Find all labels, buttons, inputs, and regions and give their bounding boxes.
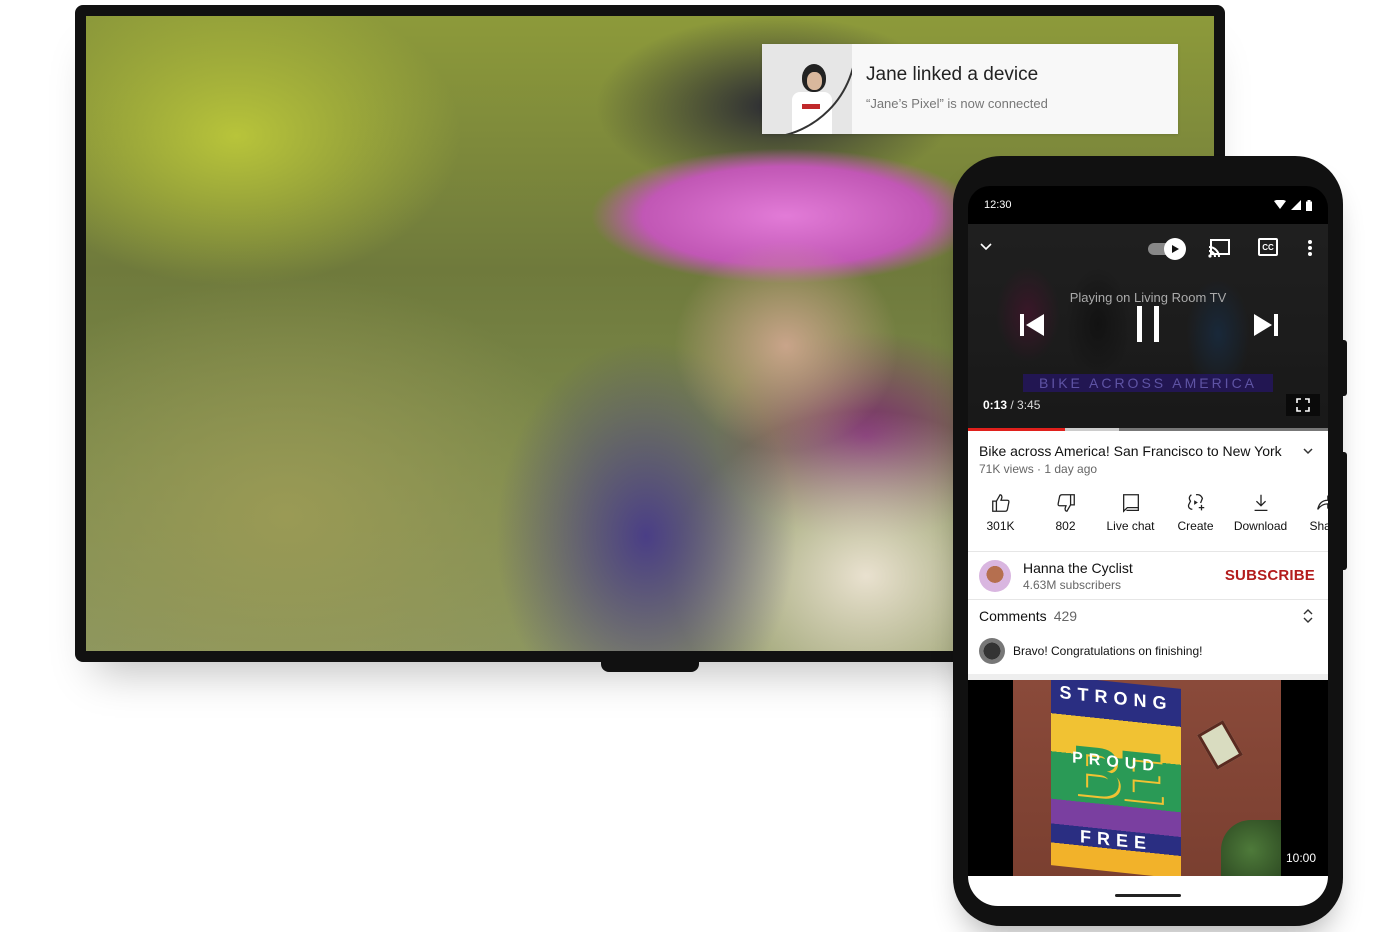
mini-player[interactable]: CC Playing on Living Room TV BIKE ACROSS… (968, 224, 1328, 428)
play-icon (1172, 245, 1179, 253)
next-video-card[interactable]: STRONG BE PROUD FREE 10:00 (968, 674, 1328, 880)
school-sign (1197, 720, 1243, 770)
phone: 12:30 CC Playing on Living Room TV BIKE … (953, 156, 1343, 926)
next-video-duration: 10:00 (1281, 850, 1320, 866)
video-title: Bike across America! San Francisco to Ne… (979, 443, 1282, 459)
dislike-button[interactable]: 802 (1033, 492, 1098, 551)
progress-buffered (1065, 428, 1120, 431)
comments-header[interactable]: Comments 429 (968, 600, 1328, 624)
greenery (1221, 820, 1281, 880)
mural-word-strong: STRONG (1059, 682, 1173, 714)
notification-avatar (762, 44, 852, 134)
mural-word-free: FREE (1079, 826, 1152, 854)
video-meta: 71K views · 1 day ago (979, 462, 1098, 476)
next-icon[interactable] (1250, 312, 1280, 338)
wifi-icon (1274, 200, 1286, 209)
share-icon (1316, 495, 1328, 510)
autoplay-toggle[interactable] (1148, 238, 1186, 260)
live-chat-label: Live chat (1106, 519, 1155, 533)
next-video-thumbnail[interactable]: STRONG BE PROUD FREE (1013, 680, 1281, 880)
share-button[interactable]: Share (1293, 492, 1328, 551)
notification-subtitle: “Jane’s Pixel” is now connected (866, 96, 1048, 111)
commenter-avatar (979, 638, 1005, 664)
channel-row[interactable]: Hanna the Cyclist 4.63M subscribers SUBS… (968, 552, 1328, 600)
battery-icon (1306, 199, 1312, 211)
live-chat-button[interactable]: Live chat (1098, 492, 1163, 551)
tv-stand (601, 660, 699, 672)
download-button[interactable]: Download (1228, 492, 1293, 551)
phone-power-button (1340, 340, 1347, 396)
more-options-icon[interactable] (1306, 238, 1314, 258)
signal-icon (1291, 200, 1301, 210)
playback-time: 0:13 / 3:45 (983, 398, 1040, 412)
progress-bar[interactable] (968, 428, 1328, 431)
expand-comments-icon[interactable] (1302, 608, 1314, 624)
chevron-down-icon[interactable] (978, 238, 994, 254)
home-gesture-handle[interactable] (1115, 894, 1181, 897)
device-linked-notification[interactable]: Jane linked a device “Jane’s Pixel” is n… (762, 44, 1178, 134)
dislike-count: 802 (1055, 519, 1076, 533)
download-label: Download (1233, 519, 1288, 533)
pause-icon[interactable] (1134, 306, 1162, 342)
share-label: Share (1309, 519, 1328, 533)
progress-played (968, 428, 1066, 431)
channel-avatar[interactable] (979, 559, 1011, 592)
phone-notch (1103, 186, 1193, 192)
status-time: 12:30 (984, 199, 1012, 211)
time-separator: / (1007, 398, 1018, 412)
fullscreen-button[interactable] (1286, 394, 1320, 416)
live-chat-icon (1122, 494, 1139, 513)
subscribe-button[interactable]: SUBSCRIBE (1225, 567, 1315, 584)
previous-icon[interactable] (1018, 312, 1048, 338)
fullscreen-icon (1296, 398, 1310, 412)
stage: Jane linked a device “Jane’s Pixel” is n… (0, 0, 1400, 932)
phone-volume-button (1340, 452, 1347, 570)
total-duration: 3:45 (1017, 398, 1041, 412)
comments-count: 429 (1053, 608, 1078, 624)
create-button[interactable]: Create (1163, 492, 1228, 551)
create-icon (1187, 493, 1204, 511)
like-count: 301K (986, 519, 1015, 533)
current-time: 0:13 (983, 398, 1008, 412)
phone-screen: 12:30 CC Playing on Living Room TV BIKE … (968, 186, 1328, 906)
expand-description-icon[interactable] (1302, 445, 1314, 457)
mural-artwork: STRONG BE PROUD FREE (1051, 680, 1181, 879)
video-title-banner: BIKE ACROSS AMERICA (1023, 374, 1273, 392)
notification-title: Jane linked a device (866, 64, 1039, 85)
subscriber-count: 4.63M subscribers (1023, 577, 1122, 592)
thumbs-down-icon (1056, 494, 1075, 512)
create-label: Create (1177, 519, 1214, 533)
thumbs-up-icon (991, 494, 1010, 512)
action-bar: 301K 802 Live chat Create Download Sh (968, 476, 1328, 552)
like-button[interactable]: 301K (968, 492, 1033, 551)
gesture-nav-bar (968, 876, 1328, 906)
comment-text: Bravo! Congratulations on finishing! (1013, 644, 1203, 658)
comments-label: Comments (979, 608, 1047, 624)
top-comment[interactable]: Bravo! Congratulations on finishing! (968, 624, 1328, 674)
download-icon (1254, 494, 1267, 511)
captions-button[interactable]: CC (1258, 238, 1278, 256)
channel-name: Hanna the Cyclist (1023, 559, 1133, 576)
video-info-panel: Bike across America! San Francisco to Ne… (968, 431, 1328, 674)
cast-icon[interactable] (1208, 238, 1230, 258)
cast-status-text: Playing on Living Room TV (1069, 290, 1227, 305)
